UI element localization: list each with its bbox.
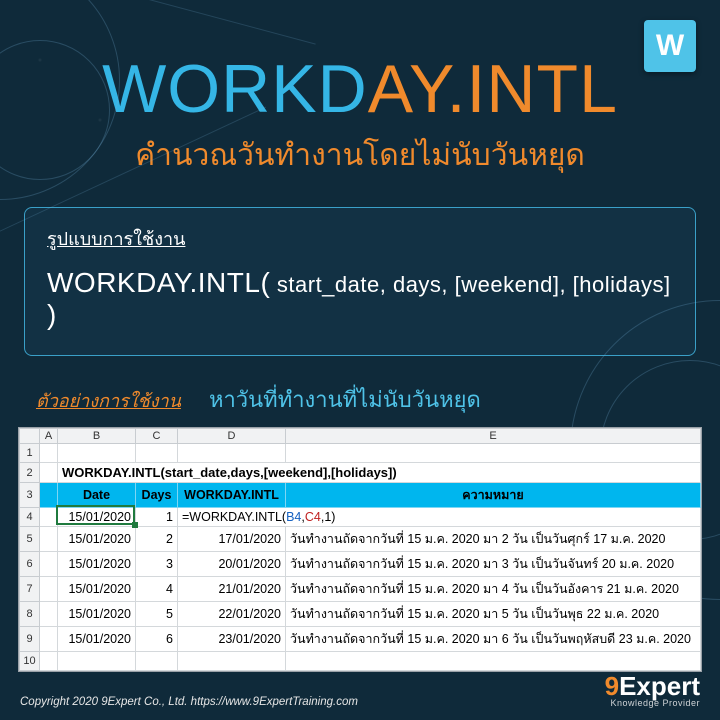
cell[interactable]: [178, 444, 286, 463]
example-label: ตัวอย่างการใช้งาน: [36, 386, 181, 415]
col-header[interactable]: A: [40, 429, 58, 444]
row-header[interactable]: 7: [20, 577, 40, 602]
syntax-close: ): [47, 299, 57, 330]
cell-meaning[interactable]: วันทำงานถัดจากวันที่ 15 ม.ค. 2020 มา 5 ว…: [286, 602, 701, 627]
cell[interactable]: [40, 602, 58, 627]
cell-meaning[interactable]: วันทำงานถัดจากวันที่ 15 ม.ค. 2020 มา 4 ว…: [286, 577, 701, 602]
formula-pre: =WORKDAY.INTL(: [182, 510, 286, 524]
cell-meaning[interactable]: วันทำงานถัดจากวันที่ 15 ม.ค. 2020 มา 6 ว…: [286, 627, 701, 652]
cell[interactable]: [40, 527, 58, 552]
cell[interactable]: [40, 444, 58, 463]
header-fn[interactable]: WORKDAY.INTL: [178, 483, 286, 508]
cell-date[interactable]: 15/01/2020: [58, 527, 136, 552]
cell[interactable]: [58, 444, 136, 463]
title-part1: WORKD: [102, 51, 368, 127]
example-desc: หาวันที่ทำงานที่ไม่นับวันหยุด: [209, 382, 481, 417]
cell-date[interactable]: 15/01/2020: [58, 602, 136, 627]
footer: Copyright 2020 9Expert Co., Ltd. https:/…: [0, 663, 720, 720]
table-row: 2 WORKDAY.INTL(start_date,days,[weekend]…: [20, 463, 701, 483]
cell[interactable]: [40, 483, 58, 508]
col-header[interactable]: E: [286, 429, 701, 444]
cell[interactable]: [40, 577, 58, 602]
cell-result[interactable]: 23/01/2020: [178, 627, 286, 652]
brand-sub: Knowledge Provider: [605, 699, 700, 708]
row-header[interactable]: 1: [20, 444, 40, 463]
brand: 9Expert Knowledge Provider: [605, 673, 700, 708]
cell-result[interactable]: 17/01/2020: [178, 527, 286, 552]
cell-formula[interactable]: =WORKDAY.INTL(B4,C4,1): [178, 508, 701, 527]
row-header[interactable]: 3: [20, 483, 40, 508]
cell-date[interactable]: 15/01/2020: [58, 627, 136, 652]
row-header[interactable]: 2: [20, 463, 40, 483]
cell[interactable]: [40, 463, 58, 483]
row-header[interactable]: 4: [20, 508, 40, 527]
table-row: 1: [20, 444, 701, 463]
col-header-row: A B C D E: [20, 429, 701, 444]
table-row: 9 15/01/2020 6 23/01/2020 วันทำงานถัดจาก…: [20, 627, 701, 652]
cell-days[interactable]: 5: [136, 602, 178, 627]
table-row: 4 15/01/2020 1 =WORKDAY.INTL(B4,C4,1): [20, 508, 701, 527]
cell-result[interactable]: 20/01/2020: [178, 552, 286, 577]
table-row: 5 15/01/2020 2 17/01/2020 วันทำงานถัดจาก…: [20, 527, 701, 552]
cell[interactable]: [136, 444, 178, 463]
syntax-text: WORKDAY.INTL( start_date, days, [weekend…: [47, 267, 673, 331]
formula-ref2: C4: [305, 510, 321, 524]
cell[interactable]: [40, 552, 58, 577]
cell-meaning[interactable]: วันทำงานถัดจากวันที่ 15 ม.ค. 2020 มา 2 ว…: [286, 527, 701, 552]
cell-days[interactable]: 6: [136, 627, 178, 652]
syntax-args: start_date, days, [weekend], [holidays]: [270, 272, 670, 297]
syntax-label: รูปแบบการใช้งาน: [47, 224, 185, 253]
row-header[interactable]: 8: [20, 602, 40, 627]
col-header[interactable]: C: [136, 429, 178, 444]
table-row: 6 15/01/2020 3 20/01/2020 วันทำงานถัดจาก…: [20, 552, 701, 577]
cell[interactable]: [286, 444, 701, 463]
syntax-fn: WORKDAY.INTL(: [47, 267, 270, 298]
header-date[interactable]: Date: [58, 483, 136, 508]
cell[interactable]: [40, 508, 58, 527]
header-meaning[interactable]: ความหมาย: [286, 483, 701, 508]
cell-date[interactable]: 15/01/2020: [58, 508, 136, 527]
row-header[interactable]: 5: [20, 527, 40, 552]
signature-cell[interactable]: WORKDAY.INTL(start_date,days,[weekend],[…: [58, 463, 701, 483]
app-badge: W: [644, 20, 696, 72]
spreadsheet: A B C D E 1 2 WORKDAY.INTL(start_date,da…: [18, 427, 702, 672]
row-header[interactable]: 6: [20, 552, 40, 577]
spreadsheet-table: A B C D E 1 2 WORKDAY.INTL(start_date,da…: [19, 428, 701, 671]
col-header[interactable]: B: [58, 429, 136, 444]
cell-days[interactable]: 1: [136, 508, 178, 527]
brand-nine: 9: [605, 671, 619, 701]
cell-meaning[interactable]: วันทำงานถัดจากวันที่ 15 ม.ค. 2020 มา 3 ว…: [286, 552, 701, 577]
formula-post: ,1): [321, 510, 336, 524]
brand-rest: Expert: [619, 671, 700, 701]
cell-days[interactable]: 4: [136, 577, 178, 602]
title-part2: AY.INTL: [368, 51, 618, 127]
fill-handle[interactable]: [132, 522, 138, 528]
col-header[interactable]: D: [178, 429, 286, 444]
cell-result[interactable]: 21/01/2020: [178, 577, 286, 602]
copyright: Copyright 2020 9Expert Co., Ltd. https:/…: [20, 696, 358, 708]
page-subtitle: คำนวณวันทำงานโดยไม่นับวันหยุด: [0, 132, 720, 179]
row-header[interactable]: 9: [20, 627, 40, 652]
table-row: 7 15/01/2020 4 21/01/2020 วันทำงานถัดจาก…: [20, 577, 701, 602]
cell-days[interactable]: 2: [136, 527, 178, 552]
syntax-box: รูปแบบการใช้งาน WORKDAY.INTL( start_date…: [24, 207, 696, 356]
corner-cell[interactable]: [20, 429, 40, 444]
cell-days[interactable]: 3: [136, 552, 178, 577]
cell[interactable]: [40, 627, 58, 652]
header-row: 3 Date Days WORKDAY.INTL ความหมาย: [20, 483, 701, 508]
cell-date[interactable]: 15/01/2020: [58, 552, 136, 577]
table-row: 8 15/01/2020 5 22/01/2020 วันทำงานถัดจาก…: [20, 602, 701, 627]
cell-date[interactable]: 15/01/2020: [58, 577, 136, 602]
cell-result[interactable]: 22/01/2020: [178, 602, 286, 627]
formula-ref1: B4: [286, 510, 301, 524]
header-days[interactable]: Days: [136, 483, 178, 508]
